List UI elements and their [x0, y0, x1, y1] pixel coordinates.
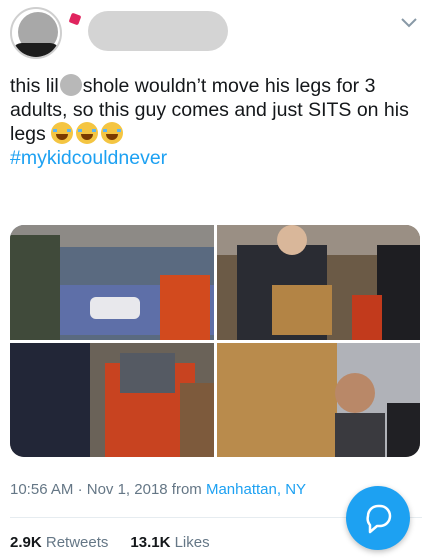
reply-bubble-icon	[366, 504, 392, 534]
tweet-meta: 10:56 AM · Nov 1, 2018 from Manhattan, N…	[10, 481, 306, 498]
photo-1[interactable]	[10, 225, 214, 340]
chevron-down-icon[interactable]	[398, 12, 420, 34]
retweets-stat[interactable]: 2.9K Retweets	[10, 534, 108, 551]
photo-3[interactable]	[10, 343, 214, 457]
retweets-count: 2.9K	[10, 534, 42, 551]
hashtag-link[interactable]: #mykidcouldnever	[10, 147, 167, 169]
meta-separator: ·	[77, 481, 83, 498]
redaction-dot	[59, 74, 82, 96]
reply-fab-button[interactable]	[346, 486, 410, 550]
tweet-date: Nov 1, 2018	[86, 481, 168, 498]
face-with-tears-of-joy-icon	[51, 122, 74, 144]
likes-stat[interactable]: 13.1K Likes	[130, 534, 209, 551]
tweet-time: 10:56 AM	[10, 481, 74, 498]
face-with-tears-of-joy-icon	[76, 122, 99, 144]
avatar-hat	[12, 43, 60, 57]
face-with-tears-of-joy-icon	[101, 122, 124, 144]
avatar[interactable]	[10, 7, 62, 59]
badge-icon	[68, 12, 82, 26]
photo-2[interactable]	[217, 225, 420, 340]
from-label: from	[171, 481, 202, 498]
photo-4[interactable]	[217, 343, 420, 457]
media-grid	[10, 225, 420, 457]
tweet-text: this lil shole wouldn’t move his legs for…	[10, 74, 420, 170]
location-link[interactable]: Manhattan, NY	[206, 481, 306, 498]
retweets-label: Retweets	[45, 534, 109, 551]
redacted-username[interactable]	[88, 11, 228, 51]
likes-count: 13.1K	[130, 534, 171, 551]
likes-label: Likes	[174, 534, 210, 551]
tweet-text-part1: this lil	[10, 75, 59, 97]
tweet-stats: 2.9K Retweets 13.1K Likes	[10, 534, 210, 551]
